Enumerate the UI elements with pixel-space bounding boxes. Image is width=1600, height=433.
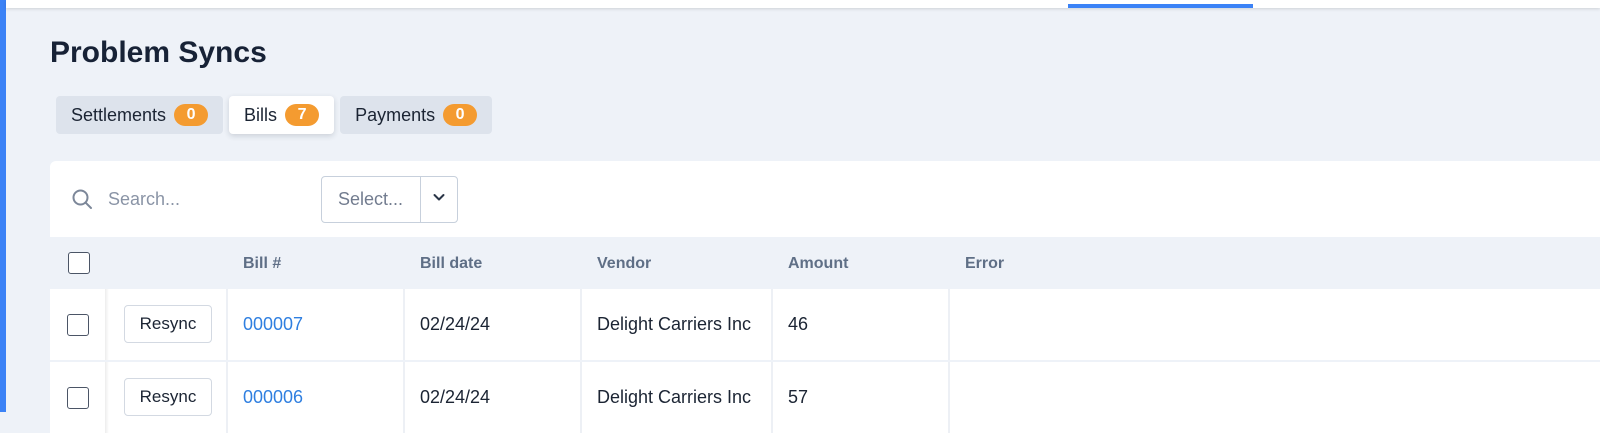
tab-label: Bills: [244, 104, 278, 125]
cell-divider: [226, 289, 228, 360]
cell-divider: [948, 289, 950, 360]
tab-payments[interactable]: Payments 0: [340, 96, 493, 134]
cell-divider: [771, 289, 773, 360]
vendor-cell: Delight Carriers Inc: [597, 387, 752, 407]
column-header-bill-date[interactable]: Bill date: [420, 255, 482, 273]
page-title: Problem Syncs: [50, 36, 267, 69]
filter-select[interactable]: Select...: [321, 176, 458, 223]
cell-divider: [403, 362, 405, 433]
bill-date-cell: 02/24/24: [420, 314, 491, 334]
select-placeholder: Select...: [338, 189, 404, 209]
select-dropdown-toggle[interactable]: [420, 177, 457, 222]
resync-button[interactable]: Resync: [124, 378, 212, 416]
row-checkbox[interactable]: [67, 314, 89, 336]
column-header-bill-number[interactable]: Bill #: [243, 255, 281, 273]
cell-divider: [580, 362, 582, 433]
search-input[interactable]: [106, 187, 300, 211]
bill-date-cell: 02/24/24: [420, 387, 491, 407]
count-badge: 7: [285, 104, 320, 126]
active-nav-indicator: [1068, 4, 1253, 8]
amount-cell: 46: [788, 314, 809, 334]
search-icon: [70, 186, 96, 212]
table-row: Resync 000006 02/24/24 Delight Carriers …: [50, 362, 1600, 433]
column-header-amount[interactable]: Amount: [788, 255, 848, 273]
tab-label: Settlements: [71, 104, 167, 125]
cell-divider: [771, 362, 773, 433]
tab-label: Payments: [355, 104, 436, 125]
top-nav-bar: [6, 0, 1600, 8]
row-checkbox[interactable]: [67, 387, 89, 409]
bill-number-link[interactable]: 000007: [243, 314, 303, 335]
bill-number-link[interactable]: 000006: [243, 387, 303, 408]
column-header-vendor[interactable]: Vendor: [597, 255, 651, 273]
select-all-checkbox[interactable]: [68, 252, 90, 274]
column-header-error[interactable]: Error: [965, 255, 1004, 273]
amount-cell: 57: [788, 387, 809, 407]
search-box: [70, 183, 310, 215]
resync-button[interactable]: Resync: [124, 305, 212, 343]
bills-panel: Select... Bill # Bill date Vendor Amount…: [50, 161, 1600, 433]
count-badge: 0: [443, 104, 478, 126]
table-header: Bill # Bill date Vendor Amount Error: [50, 237, 1600, 289]
cell-divider: [226, 362, 228, 433]
sticky-column-shadow: [105, 362, 109, 433]
table-toolbar: Select...: [50, 161, 1600, 237]
cell-divider: [580, 289, 582, 360]
tab-bills[interactable]: Bills 7: [229, 96, 335, 134]
chevron-down-icon: [432, 190, 446, 209]
cell-divider: [403, 289, 405, 360]
count-badge: 0: [174, 104, 209, 126]
vendor-cell: Delight Carriers Inc: [597, 314, 752, 334]
tab-list: Settlements 0 Bills 7 Payments 0: [56, 96, 493, 134]
sticky-column-shadow: [105, 289, 109, 360]
tab-settlements[interactable]: Settlements 0: [56, 96, 224, 134]
left-accent-bar: [0, 0, 6, 412]
cell-divider: [948, 362, 950, 433]
table-row: Resync 000007 02/24/24 Delight Carriers …: [50, 289, 1600, 360]
